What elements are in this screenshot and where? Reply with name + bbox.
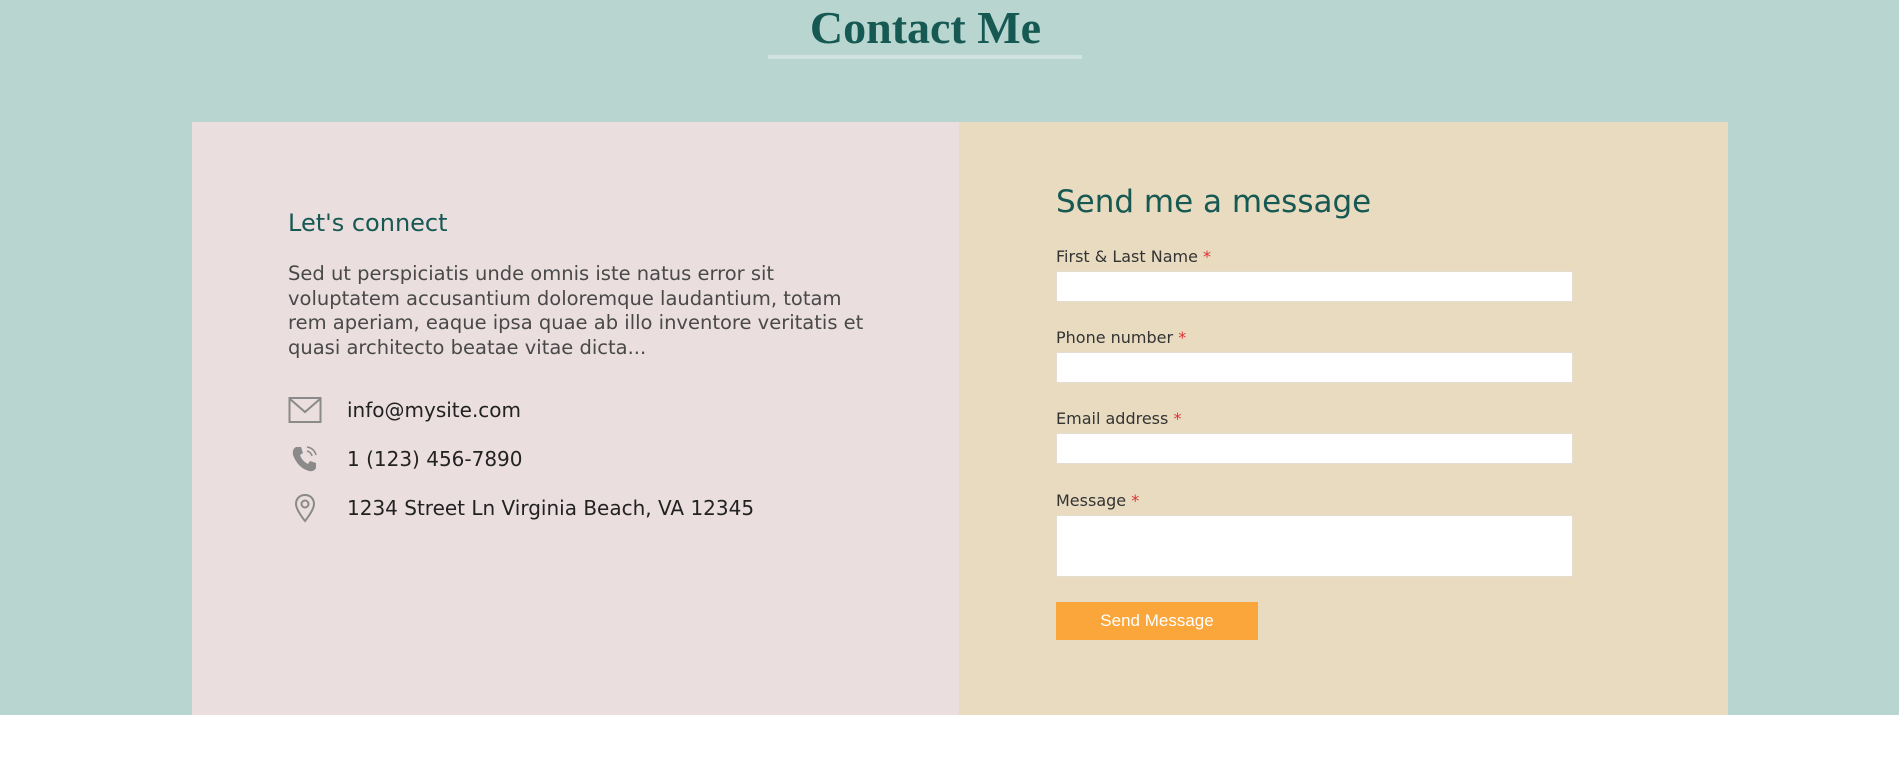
message-label: Message * <box>1056 491 1140 510</box>
page-title: Contact Me <box>809 2 1042 53</box>
send-message-button[interactable]: Send Message <box>1056 602 1258 640</box>
name-label: First & Last Name * <box>1056 247 1212 266</box>
email-input[interactable] <box>1056 433 1573 464</box>
envelope-icon <box>288 394 322 426</box>
email-label: Email address * <box>1056 409 1182 428</box>
contact-address-row: 1234 Street Ln Virginia Beach, VA 12345 <box>288 492 754 524</box>
name-input[interactable] <box>1056 271 1573 302</box>
address-text: 1234 Street Ln Virginia Beach, VA 12345 <box>347 496 755 520</box>
phone-label: Phone number * <box>1056 328 1187 347</box>
intro-text: Sed ut perspiciatis unde omnis iste natu… <box>288 262 864 359</box>
required-marker: * <box>1178 328 1187 347</box>
phone-text: 1 (123) 456-7890 <box>347 447 523 471</box>
message-form-heading: Send me a message <box>1056 184 1372 220</box>
contact-phone-row: 1 (123) 456-7890 <box>288 443 523 475</box>
phone-icon <box>288 443 322 475</box>
phone-input[interactable] <box>1056 352 1573 383</box>
required-marker: * <box>1131 491 1140 510</box>
contact-email-row: info@mysite.com <box>288 394 521 426</box>
required-marker: * <box>1203 247 1212 266</box>
email-link[interactable]: info@mysite.com <box>347 398 521 422</box>
required-marker: * <box>1173 409 1182 428</box>
title-underline <box>768 55 1082 59</box>
location-pin-icon <box>288 492 322 524</box>
connect-heading: Let's connect <box>288 209 448 237</box>
message-textarea[interactable] <box>1056 515 1573 577</box>
